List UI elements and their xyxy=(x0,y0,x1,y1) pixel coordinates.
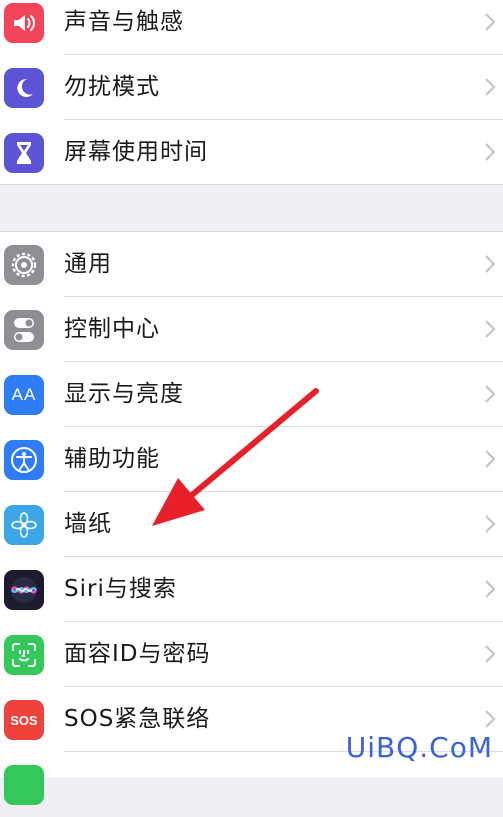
annotation-arrow xyxy=(152,388,319,526)
watermark-text: UiBQ.CoM xyxy=(345,731,493,764)
app-icon xyxy=(4,765,44,805)
